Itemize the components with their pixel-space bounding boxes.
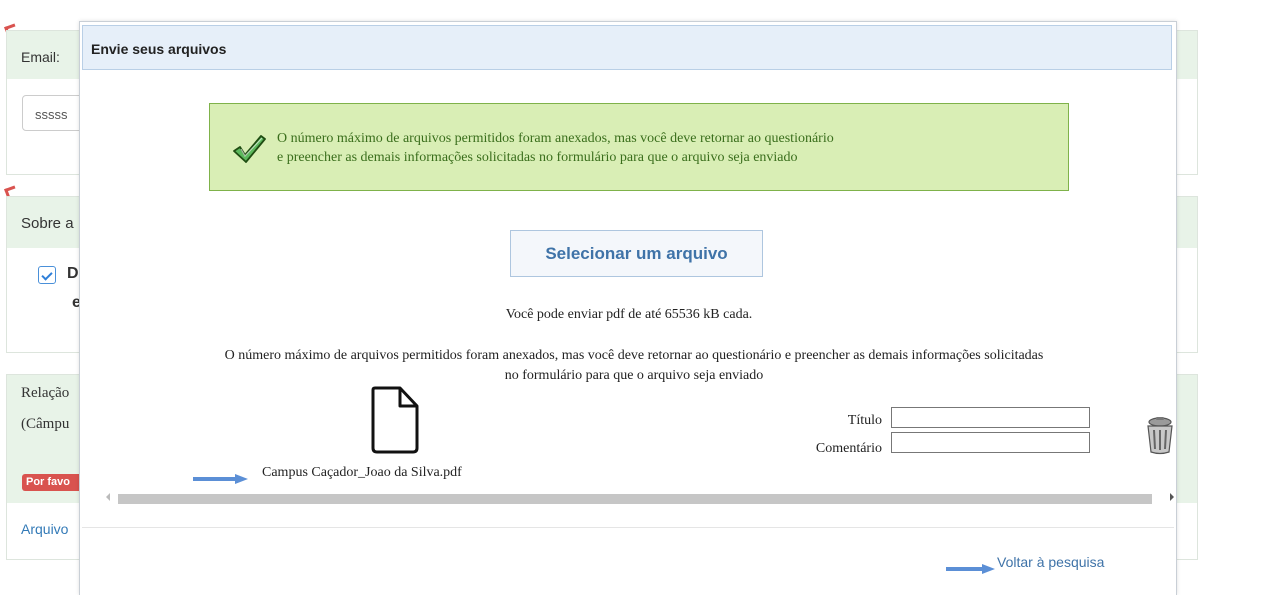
uploaded-file-name: Campus Caçador_Joao da Silva.pdf xyxy=(262,465,462,480)
select-file-button[interactable]: Selecionar um arquivo xyxy=(510,230,763,277)
title-field[interactable] xyxy=(891,407,1090,428)
modal-title: Envie seus arquivos xyxy=(82,25,1172,70)
arrow-right-icon xyxy=(946,564,995,574)
back-to-survey-link[interactable]: Voltar à pesquisa xyxy=(997,554,1104,570)
comment-field[interactable] xyxy=(891,432,1090,453)
success-message-line1: O número máximo de arquivos permitidos f… xyxy=(277,131,834,146)
trash-icon[interactable] xyxy=(1144,416,1176,456)
comment-label: Comentário xyxy=(815,441,882,456)
files-section-subtitle: (Câmpu xyxy=(21,416,70,432)
about-label: Sobre a xyxy=(21,215,74,232)
email-label: Email: xyxy=(21,49,60,65)
horizontal-scrollbar[interactable] xyxy=(104,489,1176,508)
scroll-right-icon[interactable] xyxy=(1170,493,1174,501)
success-message: O número máximo de arquivos permitidos f… xyxy=(277,129,1037,167)
max-files-warning: O número máximo de arquivos permitidos f… xyxy=(109,346,1159,386)
scroll-left-icon[interactable] xyxy=(106,493,110,501)
checkbox-label-fragment: D xyxy=(67,265,79,282)
file-link[interactable]: Arquivo xyxy=(21,521,68,537)
checkmark-icon xyxy=(233,135,266,163)
files-section-title: Relação xyxy=(21,385,70,401)
document-icon xyxy=(371,386,419,454)
upload-limit-text: Você pode enviar pdf de até 65536 kB cad… xyxy=(505,307,753,322)
consent-checkbox[interactable] xyxy=(38,266,56,284)
title-label: Título xyxy=(847,413,882,428)
max-files-warning-line1: O número máximo de arquivos permitidos f… xyxy=(224,348,1044,363)
success-message-line2: e preencher as demais informações solici… xyxy=(277,150,798,165)
footer-divider xyxy=(82,527,1174,528)
max-files-warning-line2: no formulário para que o arquivo seja en… xyxy=(504,368,764,383)
warning-badge: Por favo xyxy=(22,474,84,491)
scrollbar-thumb[interactable] xyxy=(118,494,1152,504)
arrow-right-icon xyxy=(193,474,248,484)
success-message-box: O número máximo de arquivos permitidos f… xyxy=(209,103,1069,191)
upload-modal: Envie seus arquivos O número máximo de a… xyxy=(79,21,1177,595)
